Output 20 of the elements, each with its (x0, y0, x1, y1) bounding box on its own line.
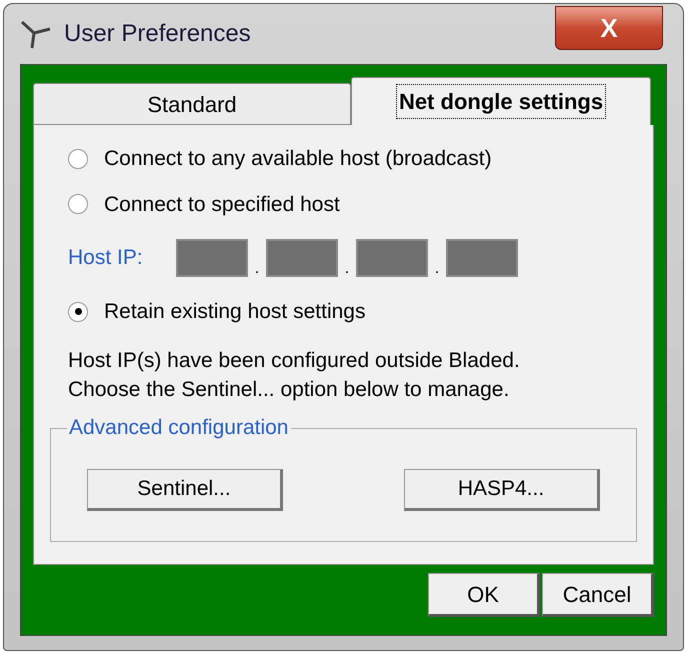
close-button[interactable]: X (555, 6, 663, 50)
tab[interactable]: Standard (33, 83, 351, 125)
ip-separator: . (344, 261, 350, 277)
cancel-button[interactable]: Cancel (542, 573, 654, 617)
radio-label: Connect to specified host (104, 192, 340, 218)
radio-label: Connect to any available host (broadcast) (104, 146, 492, 172)
info-text: Host IP(s) have been configured outside Bladed. (68, 348, 521, 374)
host-ip-label: Host IP: (68, 245, 144, 272)
radio-button[interactable] (68, 194, 88, 214)
ip-separator: . (254, 261, 260, 277)
radio-label: Retain existing host settings (104, 299, 366, 325)
hasp-button[interactable]: HASP4... (404, 468, 600, 510)
window-title: User Preferences (64, 19, 251, 49)
ok-button[interactable]: OK (428, 573, 540, 617)
sentinel-button[interactable]: Sentinel... (87, 468, 283, 510)
tab[interactable]: Net dongle settings (351, 77, 651, 125)
radio-button[interactable] (68, 302, 88, 322)
radio-button[interactable] (68, 148, 88, 169)
ip-separator: . (434, 261, 440, 277)
info-text: Choose the Sentinel... option below to manage. (68, 376, 510, 402)
